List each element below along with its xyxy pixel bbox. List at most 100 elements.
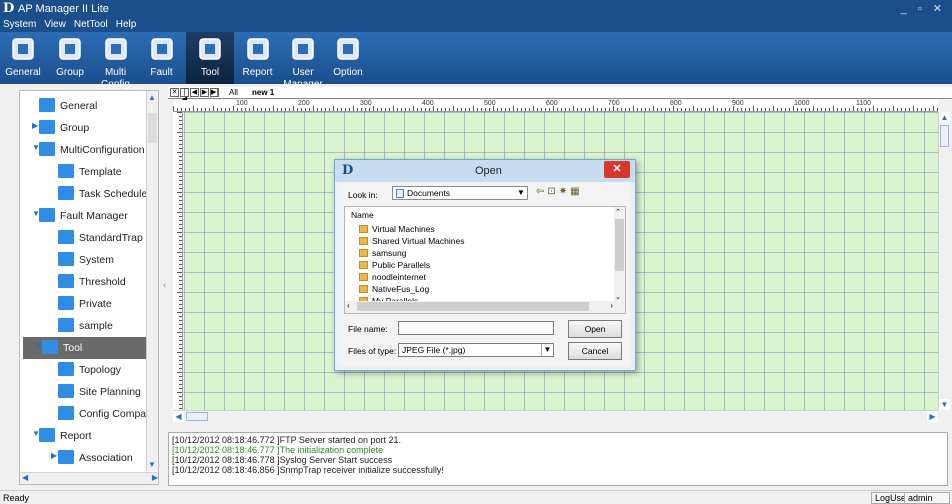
collapse-arrow-icon[interactable]: ‹ [163, 280, 166, 290]
file-list-vertical-scrollbar[interactable]: ⌃ ⌄ [614, 207, 625, 301]
close-tab-icon[interactable]: ✕ [170, 88, 179, 97]
tree-item-fault-manager[interactable]: ▼ Fault Manager [20, 205, 148, 227]
tree-item-private[interactable]: Private [20, 293, 148, 315]
tree-item-system[interactable]: System [20, 249, 148, 271]
collapsed-arrow-icon[interactable]: ▶ [32, 121, 38, 130]
panel-splitter[interactable]: ‹ [162, 90, 170, 485]
view-menu-icon[interactable]: ▦ [570, 186, 582, 197]
canvas-horizontal-scrollbar[interactable]: ◀ ▶ [173, 410, 938, 422]
scroll-thumb[interactable] [357, 302, 589, 311]
tree-item-topology[interactable]: Topology [20, 359, 148, 381]
tree-item-sample[interactable]: sample [20, 315, 148, 337]
menu-nettool[interactable]: NetTool [70, 18, 112, 32]
toolbar-multi-config-button[interactable]: Multi Config [94, 32, 137, 90]
tree-horizontal-scrollbar[interactable]: ◀ ▶ [20, 472, 158, 484]
ruler-tick [179, 268, 182, 269]
toolbar-general-button[interactable]: General [0, 32, 46, 84]
canvas-vertical-scrollbar[interactable]: ▲ ▼ [938, 112, 950, 410]
scroll-left-icon[interactable]: ‹ [347, 301, 350, 310]
scroll-thumb[interactable] [940, 125, 949, 147]
tree-item-report[interactable]: ▼ Report [20, 425, 148, 447]
file-list-item[interactable]: Public Parallels [359, 259, 430, 271]
ruler-tick [313, 106, 314, 111]
tree-item-standardtrap[interactable]: StandardTrap [20, 227, 148, 249]
tab-new-1[interactable]: new 1 [246, 87, 280, 99]
ruler-tick [601, 108, 602, 111]
file-list-item[interactable]: Virtual Machines [359, 223, 435, 235]
toolbar-group-button[interactable]: Group [46, 32, 94, 84]
scroll-down-icon[interactable]: ▼ [939, 399, 950, 410]
menu-help[interactable]: Help [112, 18, 141, 32]
scroll-down-icon[interactable]: ▼ [148, 460, 156, 469]
file-list-item[interactable]: noodleinternet [359, 271, 426, 283]
tab-all[interactable]: All [223, 87, 244, 99]
name-column-header[interactable]: Name [351, 210, 374, 220]
prev-tab-icon[interactable]: ◀ [190, 88, 199, 97]
tree-item-config-comparis[interactable]: Config Comparis [20, 403, 157, 425]
toolbar-user-manager-button[interactable]: User Manager [281, 32, 325, 90]
back-icon[interactable]: ⇦ [536, 186, 547, 197]
scroll-thumb[interactable] [148, 113, 157, 143]
tree-item-site-planning[interactable]: Site Planning [20, 381, 148, 403]
tree-item-association[interactable]: ▶ Association [20, 447, 148, 469]
ruler-tick [179, 320, 182, 321]
file-name-input[interactable] [398, 321, 554, 335]
tree-item-general[interactable]: General [20, 95, 148, 117]
menu-system[interactable]: System [0, 18, 40, 32]
toolbar: General Group Multi Config Fault Tool Report U… [0, 32, 952, 90]
open-button[interactable]: Open [568, 320, 622, 338]
scroll-left-icon[interactable]: ◀ [22, 473, 28, 482]
tree-item-threshold[interactable]: Threshold [20, 271, 148, 293]
ruler-tick [833, 106, 834, 111]
scroll-left-icon[interactable]: ◀ [173, 411, 184, 422]
cancel-button[interactable]: Cancel [568, 342, 622, 360]
tree-item-template[interactable]: Template [20, 161, 148, 183]
chevron-down-icon[interactable]: ▼ [515, 187, 527, 199]
collapsed-arrow-icon[interactable]: ▶ [51, 451, 57, 460]
next-tab-icon[interactable]: ▶ [200, 88, 209, 97]
ruler-tick [413, 106, 414, 111]
toolbar-report-button[interactable]: Report [234, 32, 281, 84]
scroll-up-icon[interactable]: ▲ [148, 93, 156, 102]
ruler-tick [305, 108, 306, 111]
menu-bar: System View NetTool Help [0, 18, 952, 32]
chevron-down-icon[interactable]: ▼ [541, 344, 553, 356]
scroll-up-icon[interactable]: ⌃ [615, 208, 621, 216]
close-icon[interactable]: ✕ [604, 161, 630, 178]
file-name: samsung [372, 248, 407, 258]
last-tab-icon[interactable]: ▶| [210, 88, 219, 97]
window-controls[interactable]: _ ▫ ✕ [901, 2, 946, 15]
toolbar-fault-button[interactable]: Fault [137, 32, 186, 84]
file-type-select[interactable]: JPEG File (*.jpg) ▼ [398, 343, 554, 357]
ruler-label: 700 [608, 100, 620, 107]
dialog-title-bar[interactable]: D Open ✕ [335, 160, 635, 182]
file-list-item[interactable]: NativeFus_Log [359, 283, 429, 295]
look-in-select[interactable]: Documents ▼ [392, 186, 528, 200]
scroll-right-icon[interactable]: ▶ [152, 473, 158, 482]
new-folder-icon[interactable]: ✷ [559, 186, 570, 197]
file-list-item[interactable]: samsung [359, 247, 407, 259]
up-folder-icon[interactable]: ⊡ [547, 186, 558, 197]
tree-item-multiconfiguration[interactable]: ▼ MultiConfiguration [20, 139, 148, 161]
toolbar-tool-button[interactable]: Tool [186, 32, 234, 84]
tree-item-group[interactable]: ▶ Group [20, 117, 148, 139]
menu-view[interactable]: View [40, 18, 70, 32]
ruler-tick [179, 288, 182, 289]
scroll-right-icon[interactable]: › [610, 301, 613, 310]
scroll-thumb[interactable] [186, 412, 208, 421]
scroll-up-icon[interactable]: ▲ [939, 112, 950, 123]
tree-item-label: Topology [79, 364, 122, 376]
toolbar-option-button[interactable]: Option [325, 32, 371, 84]
file-list-item[interactable]: Shared Virtual Machines [359, 235, 464, 247]
tree-item-task-schedule[interactable]: Task Schedule [20, 183, 148, 205]
scroll-thumb[interactable] [615, 219, 624, 271]
ruler-tick [533, 106, 534, 111]
ruler-tick [585, 108, 586, 111]
scroll-down-icon[interactable]: ⌄ [615, 293, 621, 301]
dialog-nav-icons[interactable]: ⇦⊡✷▦ [536, 186, 583, 197]
file-list-horizontal-scrollbar[interactable]: ‹ › [345, 301, 625, 313]
tree-item-tool[interactable]: ▼ Tool [23, 337, 149, 359]
tree-vertical-scrollbar[interactable]: ▲ ▼ [146, 91, 158, 471]
first-tab-icon[interactable]: |◀ [180, 88, 189, 103]
scroll-right-icon[interactable]: ▶ [927, 411, 938, 422]
